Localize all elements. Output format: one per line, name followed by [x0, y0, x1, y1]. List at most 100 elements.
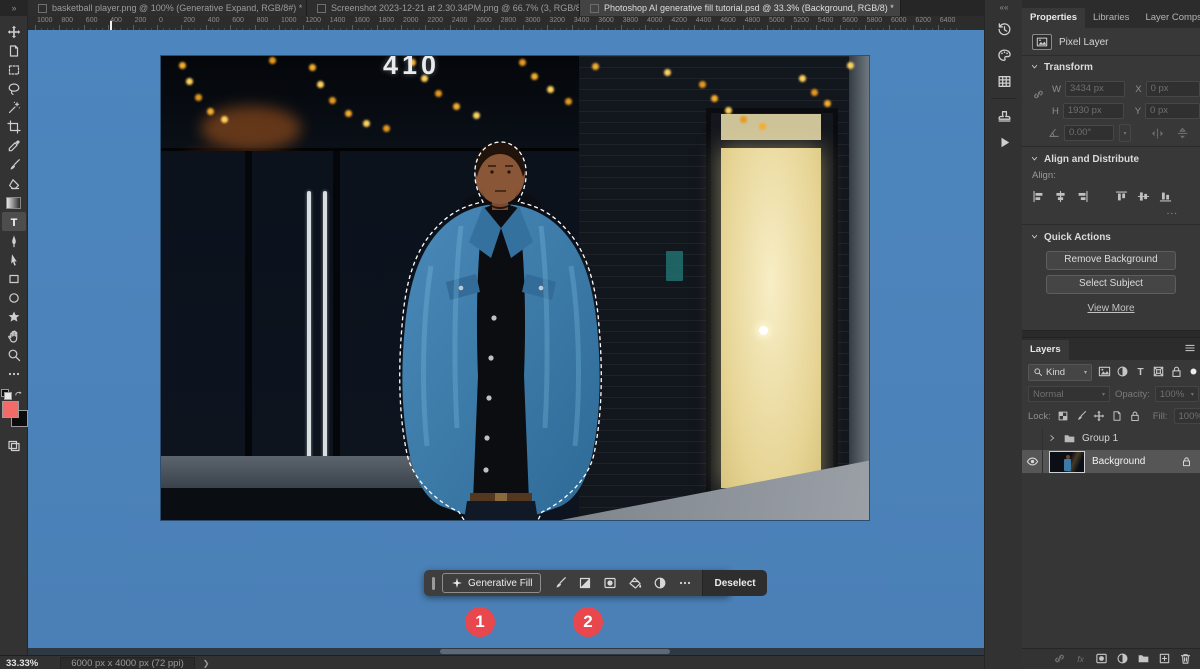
fill-bucket-button[interactable] [626, 574, 644, 592]
filter-frame-button[interactable] [1152, 363, 1165, 381]
more-button[interactable] [676, 574, 694, 592]
layers-plus-square-button[interactable] [1158, 650, 1171, 668]
visibility-toggle-eye-icon[interactable] [1022, 450, 1043, 473]
filter-image-button[interactable] [1098, 363, 1111, 381]
align-top-button[interactable] [1115, 188, 1128, 206]
palette-panel-button[interactable] [990, 43, 1018, 67]
remove-background-button[interactable]: Remove Background [1046, 251, 1176, 270]
layers-mask-button[interactable] [1095, 650, 1108, 668]
brush-button[interactable] [551, 574, 569, 592]
horizontal-scrollbar[interactable] [28, 648, 984, 655]
kind-filter-select[interactable]: Kind ▾ [1028, 364, 1092, 381]
eyedropper-tool[interactable] [2, 136, 26, 155]
default-colors-icon[interactable] [1, 389, 11, 399]
align-section-header[interactable]: Align and Distribute [1022, 150, 1200, 168]
layers-folder-button[interactable] [1137, 650, 1150, 668]
layer-name[interactable]: Background [1092, 456, 1145, 467]
tab-close-icon[interactable] [317, 4, 326, 13]
filter-adjustment-button[interactable] [1116, 363, 1129, 381]
shape-tool[interactable] [2, 307, 26, 326]
crop-tool[interactable] [2, 117, 26, 136]
move-tool[interactable] [2, 22, 26, 41]
ellipse-icon [7, 291, 21, 305]
filter-type-button[interactable]: T [1134, 363, 1147, 381]
lock-checker-button[interactable] [1057, 410, 1069, 422]
scrollbar-handle[interactable] [440, 649, 670, 654]
lock-brush-button[interactable] [1075, 410, 1087, 422]
swap-icon [14, 389, 24, 399]
tab-properties[interactable]: Properties [1022, 8, 1085, 28]
tab-close-icon[interactable] [590, 4, 599, 13]
view-more-link[interactable]: View More [1022, 303, 1200, 314]
artboard-icon [7, 44, 21, 58]
align-left-button[interactable] [1032, 188, 1045, 206]
w-label: W [1052, 84, 1061, 95]
status-chevron-icon[interactable]: ❯ [203, 659, 210, 668]
adjustment-button[interactable] [651, 574, 669, 592]
layer-thumbnail[interactable] [1049, 451, 1085, 473]
chevron-right-icon[interactable] [1047, 433, 1057, 444]
align-bottom-button[interactable] [1159, 188, 1172, 206]
align-vc-button[interactable] [1137, 188, 1150, 206]
layers-trash-button[interactable] [1179, 650, 1192, 668]
canvas-area[interactable]: 410 [28, 30, 984, 648]
lock-artboard-button[interactable] [1111, 410, 1123, 422]
tab-layers[interactable]: Layers [1022, 340, 1069, 360]
pen-tool[interactable] [2, 231, 26, 250]
lock-move-button[interactable] [1093, 410, 1105, 422]
filter-toggle-icon[interactable] [1187, 363, 1200, 381]
pattern-panel-button[interactable] [990, 69, 1018, 93]
quick-actions-header[interactable]: Quick Actions [1022, 228, 1200, 246]
layers-adjustment-button[interactable] [1116, 650, 1129, 668]
tab-libraries[interactable]: Libraries [1085, 8, 1137, 28]
mask-button[interactable] [601, 574, 619, 592]
transform-section-header[interactable]: Transform [1022, 58, 1200, 76]
play-panel-button[interactable] [990, 130, 1018, 154]
more-tool[interactable] [2, 364, 26, 383]
lasso-tool[interactable] [2, 79, 26, 98]
wand-tool[interactable] [2, 98, 26, 117]
screen-mode-tool[interactable] [2, 435, 26, 454]
gradient-tool[interactable] [2, 193, 26, 212]
zoom-tool[interactable] [2, 345, 26, 364]
taskbar-grip-handle[interactable] [432, 577, 435, 590]
foreground-color-swatch[interactable] [2, 401, 19, 418]
eraser-tool[interactable] [2, 174, 26, 193]
toolbar-collapse-icon[interactable]: » [0, 0, 28, 16]
hand-tool[interactable] [2, 326, 26, 345]
align-more-button[interactable]: ... [1022, 206, 1200, 217]
marquee-tool[interactable] [2, 60, 26, 79]
ellipse-tool[interactable] [2, 288, 26, 307]
align-right-button[interactable] [1076, 188, 1089, 206]
deselect-button[interactable]: Deselect [702, 570, 766, 596]
tab-layer-comps[interactable]: Layer Comps [1137, 8, 1200, 28]
select-tool[interactable] [2, 250, 26, 269]
filter-lock-button[interactable] [1170, 363, 1183, 381]
lasso-icon [7, 82, 21, 96]
document-tab-3-active[interactable]: Photoshop AI generative fill tutorial.ps… [580, 0, 901, 16]
layer-row-background[interactable]: Background [1022, 450, 1200, 473]
artboard-tool[interactable] [2, 41, 26, 60]
visibility-toggle[interactable] [1022, 428, 1043, 449]
select-subject-button[interactable]: Select Subject [1046, 275, 1176, 294]
history-panel-button[interactable] [990, 17, 1018, 41]
invert-button[interactable] [576, 574, 594, 592]
document-tab-1[interactable]: basketball player.png @ 100% (Generative… [28, 0, 307, 16]
zoom-level-field[interactable]: 33.33% [0, 658, 46, 669]
lock-lock-button[interactable] [1129, 410, 1141, 422]
align-hc-button[interactable] [1054, 188, 1067, 206]
layer-row-group-1[interactable]: Group 1 [1022, 428, 1200, 449]
stamp-panel-button[interactable] [990, 104, 1018, 128]
layers-link-button[interactable] [1053, 650, 1066, 668]
rect-tool[interactable] [2, 269, 26, 288]
layer-name[interactable]: Group 1 [1082, 433, 1118, 444]
brush-tool[interactable] [2, 155, 26, 174]
layer-effects-button[interactable]: fx [1074, 650, 1087, 668]
generative-fill-button[interactable]: Generative Fill [442, 573, 541, 593]
type-tool[interactable]: T [2, 212, 26, 231]
tab-close-icon[interactable] [38, 4, 47, 13]
photo-layer-selection[interactable]: 410 [161, 56, 869, 520]
expand-panels-icon[interactable]: «« [985, 0, 1023, 15]
panel-menu-icon[interactable] [1184, 339, 1196, 357]
document-tab-2[interactable]: Screenshot 2023-12-21 at 2.30.34PM.png @… [307, 0, 580, 16]
